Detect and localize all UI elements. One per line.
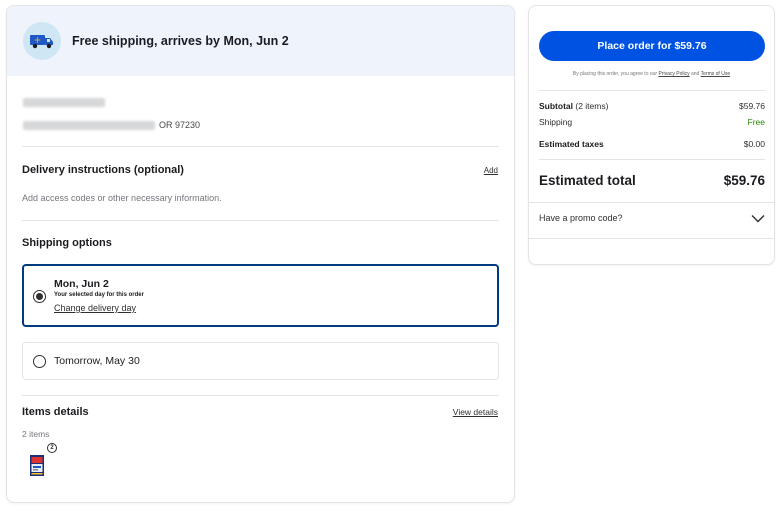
add-instructions-link[interactable]: Add xyxy=(484,166,498,175)
total-value: $59.76 xyxy=(723,173,765,188)
item-thumbnail-group[interactable]: 2 xyxy=(28,443,58,479)
radio-selected-icon[interactable] xyxy=(33,290,46,303)
subtotal-items: (2 items) xyxy=(575,101,609,111)
divider xyxy=(539,90,765,91)
shipping-options-title: Shipping options xyxy=(22,237,112,249)
subtotal-value: $59.76 xyxy=(739,101,765,111)
checkout-details-card: Free shipping, arrives by Mon, Jun 2 OR … xyxy=(6,5,515,503)
redacted-name xyxy=(23,98,105,107)
subtotal-label: Subtotal xyxy=(539,101,573,111)
terms-of-use-link[interactable]: Terms of Use xyxy=(701,71,730,77)
divider xyxy=(529,238,774,239)
delivery-instructions-hint: Add access codes or other necessary info… xyxy=(22,193,222,203)
privacy-policy-link[interactable]: Privacy Policy xyxy=(658,71,689,77)
shipping-address: OR 97230 xyxy=(7,76,514,146)
quantity-badge: 2 xyxy=(47,443,57,453)
shipping-banner: Free shipping, arrives by Mon, Jun 2 xyxy=(7,6,514,76)
place-order-button[interactable]: Place order for $59.76 xyxy=(539,31,765,61)
promo-code-toggle[interactable]: Have a promo code? xyxy=(539,213,765,223)
product-image xyxy=(30,455,44,476)
taxes-label: Estimated taxes xyxy=(539,139,604,149)
items-details-title: Items details xyxy=(22,406,89,418)
delivery-instructions-title: Delivery instructions (optional) xyxy=(22,164,184,176)
shipping-value: Free xyxy=(747,117,765,127)
radio-unselected-icon[interactable] xyxy=(33,354,46,368)
shipping-options-section: Shipping options Mon, Jun 2 Your selecte… xyxy=(7,221,514,380)
shipping-option-selected[interactable]: Mon, Jun 2 Your selected day for this or… xyxy=(22,264,499,327)
redacted-street xyxy=(23,120,155,130)
legal-and: and xyxy=(691,71,700,77)
view-details-link[interactable]: View details xyxy=(453,407,498,417)
change-delivery-day-link[interactable]: Change delivery day xyxy=(54,303,136,313)
address-zip: OR 97230 xyxy=(159,120,201,130)
shipping-banner-text: Free shipping, arrives by Mon, Jun 2 xyxy=(72,34,289,48)
total-label: Estimated total xyxy=(539,173,636,188)
promo-code-label: Have a promo code? xyxy=(539,213,623,223)
shipping-option-tomorrow[interactable]: Tomorrow, May 30 xyxy=(22,342,499,380)
divider xyxy=(529,202,774,203)
shipping-option-date: Mon, Jun 2 xyxy=(54,278,109,290)
shipping-option-subtitle: Your selected day for this order xyxy=(54,292,144,298)
legal-notice: By placing this order, you agree to our … xyxy=(529,71,774,77)
delivery-truck-icon xyxy=(23,22,61,60)
subtotal-row: Subtotal (2 items) $59.76 xyxy=(539,101,765,111)
total-row: Estimated total $59.76 xyxy=(539,173,765,188)
shipping-option-date: Tomorrow, May 30 xyxy=(54,355,140,367)
shipping-label: Shipping xyxy=(539,117,573,127)
taxes-row: Estimated taxes $0.00 xyxy=(539,139,765,149)
legal-prefix: By placing this order, you agree to our xyxy=(572,71,658,77)
delivery-instructions-section: Delivery instructions (optional) Add Add… xyxy=(7,147,514,220)
shipping-row: Shipping Free xyxy=(539,117,765,127)
items-details-section: Items details View details 2 items 2 xyxy=(7,396,514,479)
order-summary-card: Place order for $59.76 By placing this o… xyxy=(528,5,775,265)
divider xyxy=(539,159,765,160)
items-count: 2 items xyxy=(22,429,50,439)
chevron-down-icon xyxy=(751,214,765,222)
taxes-value: $0.00 xyxy=(743,139,765,149)
